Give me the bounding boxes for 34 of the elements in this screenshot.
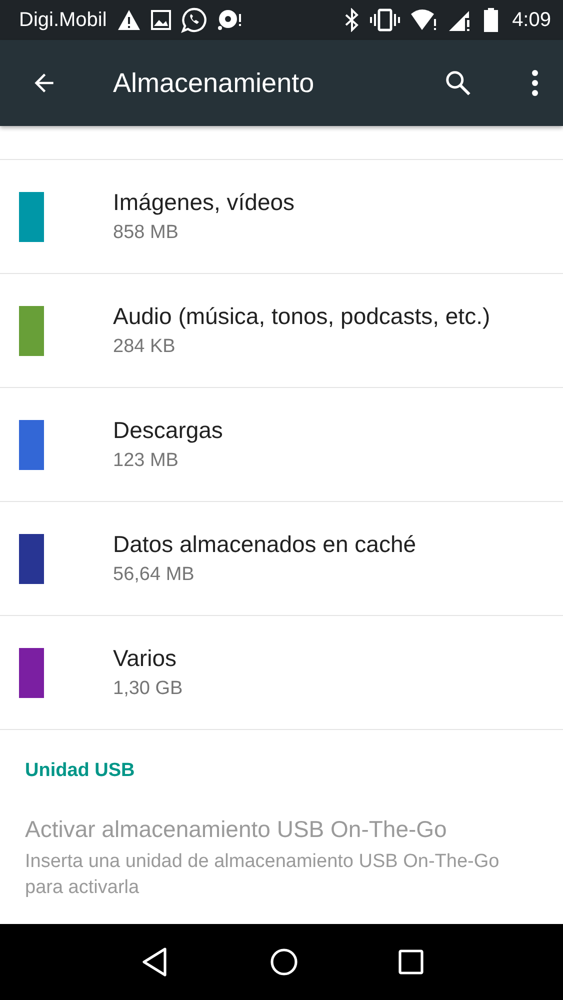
category-title: Imágenes, vídeos — [113, 189, 295, 216]
category-size: 284 KB — [113, 336, 176, 358]
category-size: 858 MB — [113, 222, 180, 244]
battery-icon — [484, 8, 498, 32]
category-title: Datos almacenados en caché — [113, 531, 416, 558]
search-icon[interactable] — [443, 68, 473, 98]
bluetooth-icon — [344, 8, 360, 32]
category-title: Varios — [113, 645, 178, 672]
disc-icon — [216, 9, 243, 31]
storage-category-item[interactable]: Audio (música, tonos, podcasts, etc.) 284 KB — [0, 274, 563, 388]
storage-category-item[interactable]: Datos almacenados en caché 56,64 MB — [0, 502, 563, 616]
image-icon — [150, 10, 171, 30]
recents-square-icon[interactable] — [398, 949, 424, 975]
storage-category-item[interactable]: Varios 1,30 GB — [0, 616, 563, 730]
carrier-name: Digi.Mobil — [19, 8, 107, 32]
setting-summary: Inserta una unidad de almacenamiento USB On-The-Go para activarla — [25, 850, 500, 900]
category-title: Audio (música, tonos, podcasts, etc.) — [113, 303, 490, 330]
wifi-icon — [410, 8, 438, 32]
vibrate-icon — [370, 8, 400, 32]
storage-category-item[interactable]: Imágenes, vídeos 858 MB — [0, 160, 563, 274]
setting-title: Activar almacenamiento USB On-The-Go — [25, 816, 448, 843]
storage-category-item[interactable]: Descargas 123 MB — [0, 388, 563, 502]
clock-time: 4:09 — [512, 8, 551, 32]
category-size: 123 MB — [113, 450, 180, 472]
section-header: Unidad USB — [24, 759, 136, 782]
more-options-icon[interactable] — [529, 68, 541, 98]
screen-title: Almacenamiento — [113, 68, 314, 98]
category-size: 56,64 MB — [113, 564, 196, 586]
warning-icon — [116, 9, 141, 31]
home-circle-icon[interactable] — [268, 947, 298, 977]
back-triangle-icon[interactable] — [140, 946, 170, 978]
chat-bubble-icon — [180, 7, 207, 33]
category-title: Descargas — [113, 417, 223, 444]
category-size: 1,30 GB — [113, 678, 183, 700]
